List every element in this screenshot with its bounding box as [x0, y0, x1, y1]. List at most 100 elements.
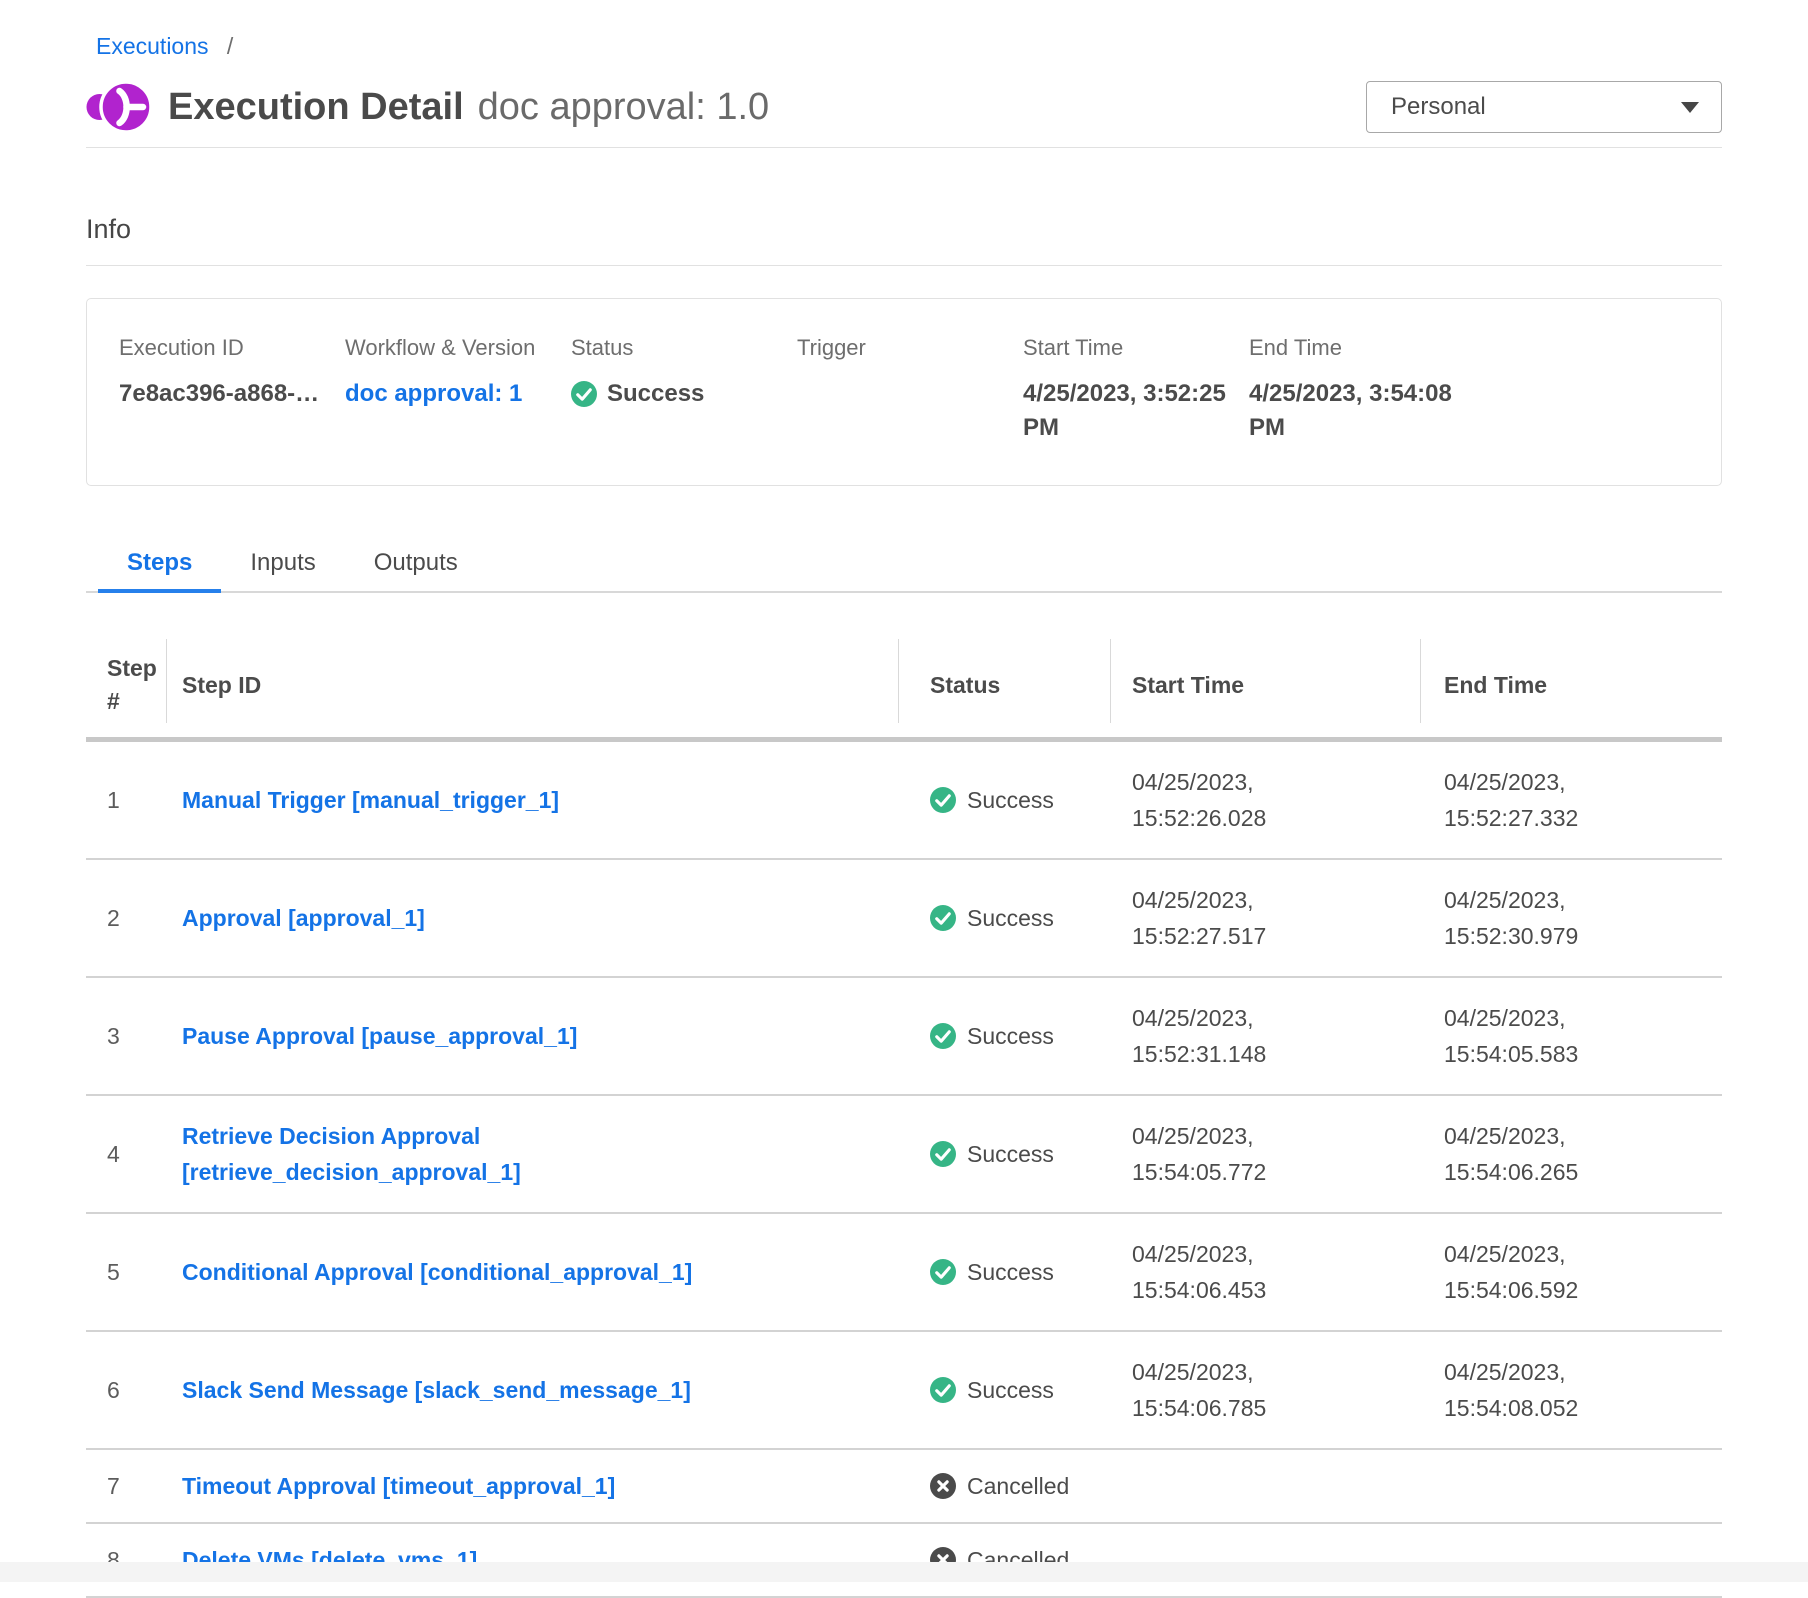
table-row: 6Slack Send Message [slack_send_message_… [86, 1332, 1722, 1450]
info-field-start-time: Start Time 4/25/2023, 3:52:25 PM [1023, 335, 1249, 445]
end-time-cell-line: 04/25/2023, [1444, 1118, 1722, 1154]
info-field-label: Status [571, 335, 797, 361]
success-icon [930, 787, 956, 813]
table-row: 4 Retrieve Decision Approval[retrieve_dec… [86, 1096, 1722, 1214]
info-field-value: 4/25/2023, 3:54:08 PM [1249, 377, 1459, 445]
status-text: Success [967, 782, 1054, 818]
end-time-cell: 04/25/2023,15:54:06.592 [1420, 1236, 1722, 1308]
step-id-link[interactable]: Approval [approval_1] [182, 900, 898, 936]
step-id-cell: Slack Send Message [slack_send_message_1… [166, 1372, 898, 1408]
info-field-label: Start Time [1023, 335, 1249, 361]
end-time-cell-line: 15:52:30.979 [1444, 918, 1722, 954]
start-time-cell-line: 04/25/2023, [1132, 1354, 1420, 1390]
end-time-cell-line: 15:54:05.583 [1444, 1036, 1722, 1072]
start-time-cell-line: 04/25/2023, [1132, 1000, 1420, 1036]
table-row: 1 Manual Trigger [manual_trigger_1] Succes… [86, 742, 1722, 860]
info-field-status: Status Success [571, 335, 797, 445]
step-id-cell: Approval [approval_1] [166, 900, 898, 936]
end-time-cell-line: 15:54:06.592 [1444, 1272, 1722, 1308]
step-number-cell: 5 [86, 1254, 166, 1290]
status-badge: Success [898, 1018, 1110, 1054]
workflow-name-version: doc approval: 1.0 [478, 86, 770, 128]
info-card: Execution ID 7e8ac396-a868-… Workflow & Ve… [86, 298, 1722, 486]
status-text: Cancelled [967, 1468, 1069, 1504]
success-icon [930, 1377, 956, 1403]
step-number-cell: 4 [86, 1136, 166, 1172]
info-field-label: Execution ID [119, 335, 345, 361]
end-time-cell: 04/25/2023,15:52:30.979 [1420, 882, 1722, 954]
table-row: 7Timeout Approval [timeout_approval_1]Ca… [86, 1450, 1722, 1524]
workflow-version-link[interactable]: doc approval: 1 [345, 380, 522, 407]
start-time-cell-line: 15:52:26.028 [1132, 800, 1420, 836]
step-id-link[interactable]: Conditional Approval [conditional_approv… [182, 1254, 898, 1290]
start-time-cell-line: 04/25/2023, [1132, 1118, 1420, 1154]
end-time-cell-line: 15:54:08.052 [1444, 1390, 1722, 1426]
status-badge: Success [898, 1372, 1110, 1408]
tab-bar: StepsInputsOutputs [86, 536, 1722, 593]
start-time-cell: 04/25/2023,15:52:27.517 [1110, 882, 1420, 954]
step-id-link[interactable]: Retrieve Decision Approval[retrieve_deci… [182, 1118, 898, 1190]
info-divider [86, 265, 1722, 266]
column-header-status: Status [898, 633, 1110, 737]
step-id-link[interactable]: Timeout Approval [timeout_approval_1] [182, 1468, 898, 1504]
info-field-value: 4/25/2023, 3:52:25 PM [1023, 377, 1233, 445]
step-id-link-line: Slack Send Message [slack_send_message_1… [182, 1372, 898, 1408]
status-text: Success [967, 1372, 1054, 1408]
tab-steps[interactable]: Steps [98, 536, 221, 591]
step-id-link[interactable]: Pause Approval [pause_approval_1] [182, 1018, 898, 1054]
tab-outputs[interactable]: Outputs [345, 536, 487, 591]
step-id-cell: Pause Approval [pause_approval_1] [166, 1018, 898, 1054]
cancelled-icon [930, 1473, 956, 1499]
status-text: Success [967, 1254, 1054, 1290]
step-id-link-line: Approval [approval_1] [182, 900, 898, 936]
info-field-workflow-version: Workflow & Version doc approval: 1 [345, 335, 571, 445]
step-id-link-line: Manual Trigger [manual_trigger_1] [182, 782, 898, 818]
step-id-link-line: [retrieve_decision_approval_1] [182, 1154, 898, 1190]
end-time-cell: 04/25/2023,15:54:08.052 [1420, 1354, 1722, 1426]
status-badge: Cancelled [898, 1468, 1110, 1504]
start-time-cell: 04/25/2023,15:54:06.453 [1110, 1236, 1420, 1308]
end-time-cell: 04/25/2023,15:54:06.265 [1420, 1118, 1722, 1190]
step-id-link-line: Timeout Approval [timeout_approval_1] [182, 1468, 898, 1504]
step-id-link[interactable]: Slack Send Message [slack_send_message_1… [182, 1372, 898, 1408]
end-time-cell-line: 04/25/2023, [1444, 1000, 1722, 1036]
execution-detail-page: Executions / Execution Detail doc approva… [0, 0, 1808, 1598]
info-field-label: End Time [1249, 335, 1689, 361]
start-time-cell-line: 04/25/2023, [1132, 882, 1420, 918]
title-divider [86, 147, 1722, 148]
breadcrumb-separator: / [227, 33, 233, 59]
breadcrumb-executions-link[interactable]: Executions [96, 33, 209, 59]
step-id-cell: Manual Trigger [manual_trigger_1] [166, 782, 898, 818]
status-badge: Success [898, 900, 1110, 936]
page-title-main: Execution Detail [168, 86, 464, 128]
step-id-link[interactable]: Manual Trigger [manual_trigger_1] [182, 782, 898, 818]
end-time-cell-line: 15:52:27.332 [1444, 800, 1722, 836]
end-time-cell: 04/25/2023,15:52:27.332 [1420, 764, 1722, 836]
step-id-link-line: Conditional Approval [conditional_approv… [182, 1254, 898, 1290]
workflow-execution-icon [86, 77, 152, 137]
column-header-step-number: Step # [86, 633, 166, 737]
start-time-cell-line: 15:54:05.772 [1132, 1154, 1420, 1190]
step-number-cell: 3 [86, 1018, 166, 1054]
info-field-value: 7e8ac396-a868-… [119, 377, 329, 411]
title-row: Execution Detail doc approval: 1.0 Person… [86, 77, 1722, 137]
end-time-cell-line: 04/25/2023, [1444, 1354, 1722, 1390]
info-field-trigger: Trigger [797, 335, 1023, 445]
start-time-cell: 04/25/2023,15:52:26.028 [1110, 764, 1420, 836]
step-id-cell: Retrieve Decision Approval[retrieve_deci… [166, 1118, 898, 1190]
success-icon [930, 1023, 956, 1049]
info-field-label: Workflow & Version [345, 335, 571, 361]
start-time-cell-line: 04/25/2023, [1132, 1236, 1420, 1272]
execution-status-text: Success [607, 377, 704, 411]
table-row: 5 Conditional Approval [conditional_appro… [86, 1214, 1722, 1332]
step-number-cell: 1 [86, 782, 166, 818]
page-title: Execution Detail doc approval: 1.0 [168, 86, 769, 129]
step-id-cell: Timeout Approval [timeout_approval_1] [166, 1468, 898, 1504]
success-icon [930, 905, 956, 931]
table-row: 2Approval [approval_1]Success04/25/2023,… [86, 860, 1722, 978]
workspace-dropdown[interactable]: Personal [1366, 81, 1722, 133]
success-icon [930, 1141, 956, 1167]
tab-inputs[interactable]: Inputs [221, 536, 344, 591]
page-bottom-strip [0, 1562, 1808, 1582]
status-badge: Success [898, 1136, 1110, 1172]
